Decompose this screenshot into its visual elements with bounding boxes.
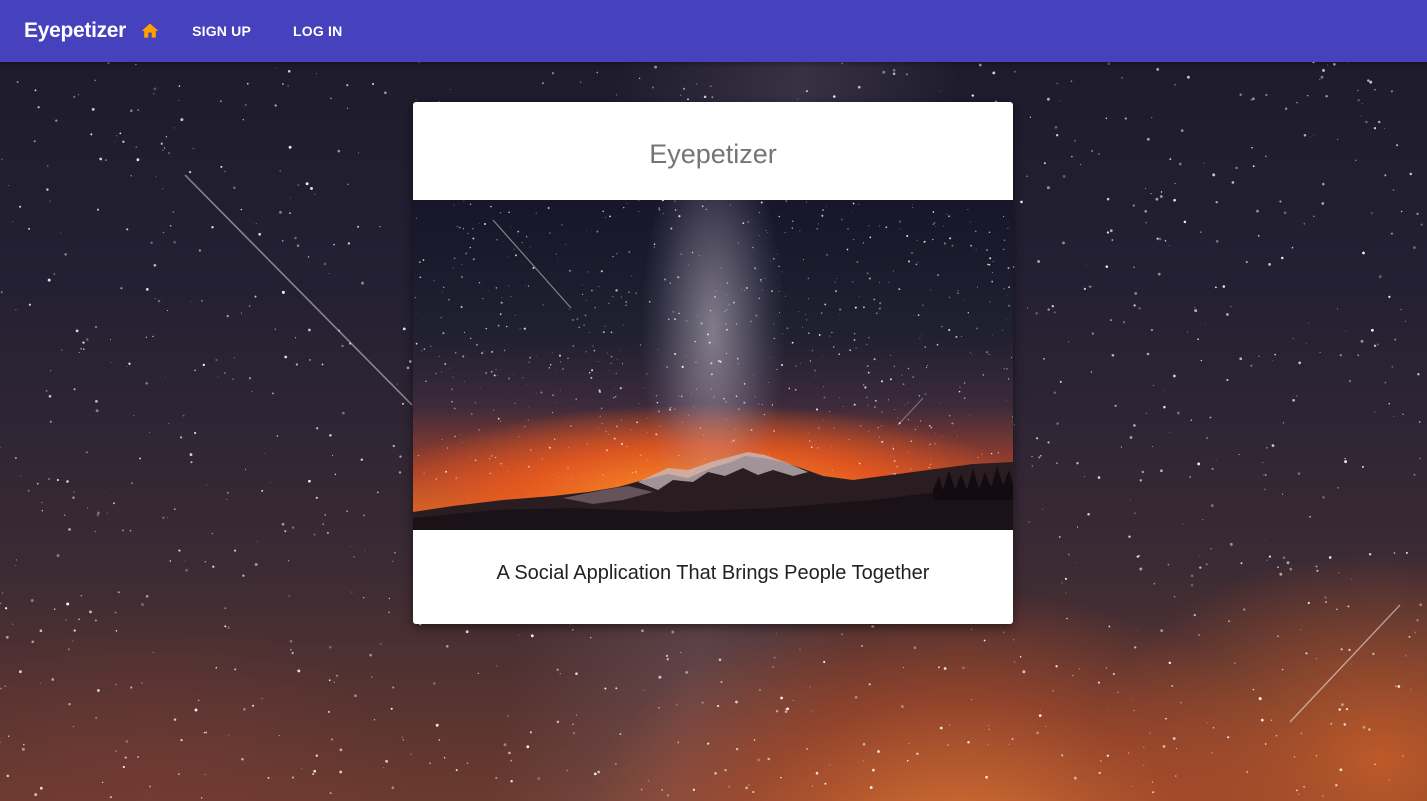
home-icon[interactable] bbox=[140, 21, 160, 41]
top-app-bar: Eyepetizer SIGN UP LOG IN bbox=[0, 0, 1427, 62]
card-title: Eyepetizer bbox=[649, 138, 777, 169]
sign-up-link[interactable]: SIGN UP bbox=[192, 15, 251, 47]
log-in-link[interactable]: LOG IN bbox=[293, 15, 342, 47]
card-tagline: A Social Application That Brings People … bbox=[496, 561, 930, 584]
brand-title[interactable]: Eyepetizer bbox=[24, 19, 126, 43]
welcome-card: Eyepetizer A Social Application That Bri… bbox=[413, 102, 1013, 624]
night-sky-mountain-image bbox=[413, 200, 1013, 530]
